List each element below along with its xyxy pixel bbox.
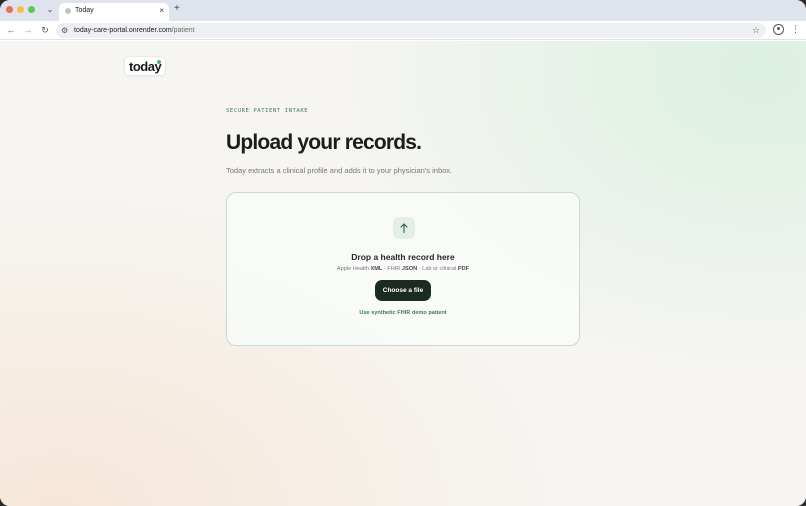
bookmark-star-icon[interactable]: ☆ bbox=[752, 24, 760, 37]
format-apple-prefix: Apple Health bbox=[336, 266, 371, 272]
choose-file-button[interactable]: Choose a file bbox=[375, 280, 431, 301]
file-dropzone[interactable]: Drop a health record here Apple Health X… bbox=[226, 192, 580, 346]
window-maximize-button[interactable] bbox=[28, 6, 35, 13]
browser-toolbar: ← → ↻ ⚙ today-care-portal.onrender.com/p… bbox=[0, 21, 806, 40]
forward-arrow-icon[interactable]: → bbox=[22, 24, 34, 36]
tab-today[interactable]: Today × bbox=[59, 3, 169, 21]
browser-menu-icon[interactable]: ⋮ bbox=[791, 22, 800, 36]
window-close-button[interactable] bbox=[6, 6, 13, 13]
page-title: Upload your records. bbox=[226, 131, 422, 154]
format-xml: XML bbox=[370, 266, 383, 272]
back-arrow-icon[interactable]: ← bbox=[5, 24, 17, 36]
window-minimize-button[interactable] bbox=[17, 6, 24, 13]
demo-patient-link[interactable]: Use synthetic FHIR demo patient bbox=[227, 309, 579, 317]
tab-list-chevron-icon[interactable]: ⌄ bbox=[44, 4, 56, 16]
profile-icon[interactable] bbox=[773, 24, 784, 35]
format-pdf: PDF bbox=[457, 266, 470, 272]
upload-arrow-icon bbox=[393, 217, 415, 239]
dropzone-title: Drop a health record here bbox=[351, 252, 455, 262]
url-host: today-care-portal.onrender.com bbox=[74, 27, 172, 34]
url-path: /patient bbox=[171, 27, 195, 34]
browser-window: ⌄ Today × + ← → ↻ ⚙ today-care-portal.on… bbox=[0, 0, 806, 506]
url-text[interactable]: today-care-portal.onrender.com/patient bbox=[74, 25, 195, 36]
format-json: JSON bbox=[401, 266, 418, 272]
format-sep-1: · FHIR bbox=[382, 266, 402, 272]
tab-strip: ⌄ Today × + bbox=[0, 0, 806, 21]
page-content: today SECURE PATIENT INTAKE Upload your … bbox=[0, 41, 806, 506]
address-bar[interactable]: ⚙ today-care-portal.onrender.com/patient… bbox=[56, 23, 766, 38]
today-logo[interactable]: today bbox=[124, 56, 166, 76]
eyebrow-label: SECURE PATIENT INTAKE bbox=[226, 108, 309, 114]
logo-dot-icon bbox=[157, 60, 161, 64]
new-tab-button[interactable]: + bbox=[174, 3, 180, 15]
site-info-icon[interactable]: ⚙ bbox=[61, 25, 68, 36]
tab-title: Today bbox=[75, 7, 94, 14]
supported-formats: Apple Health XML · FHIR JSON · Lab or cl… bbox=[227, 265, 579, 273]
format-sep-2: · Lab or clinical bbox=[417, 266, 458, 272]
tab-close-icon[interactable]: × bbox=[159, 6, 164, 16]
page-subtitle: Today extracts a clinical profile and ad… bbox=[226, 166, 453, 175]
favicon-icon bbox=[65, 8, 71, 14]
reload-icon[interactable]: ↻ bbox=[39, 24, 51, 36]
